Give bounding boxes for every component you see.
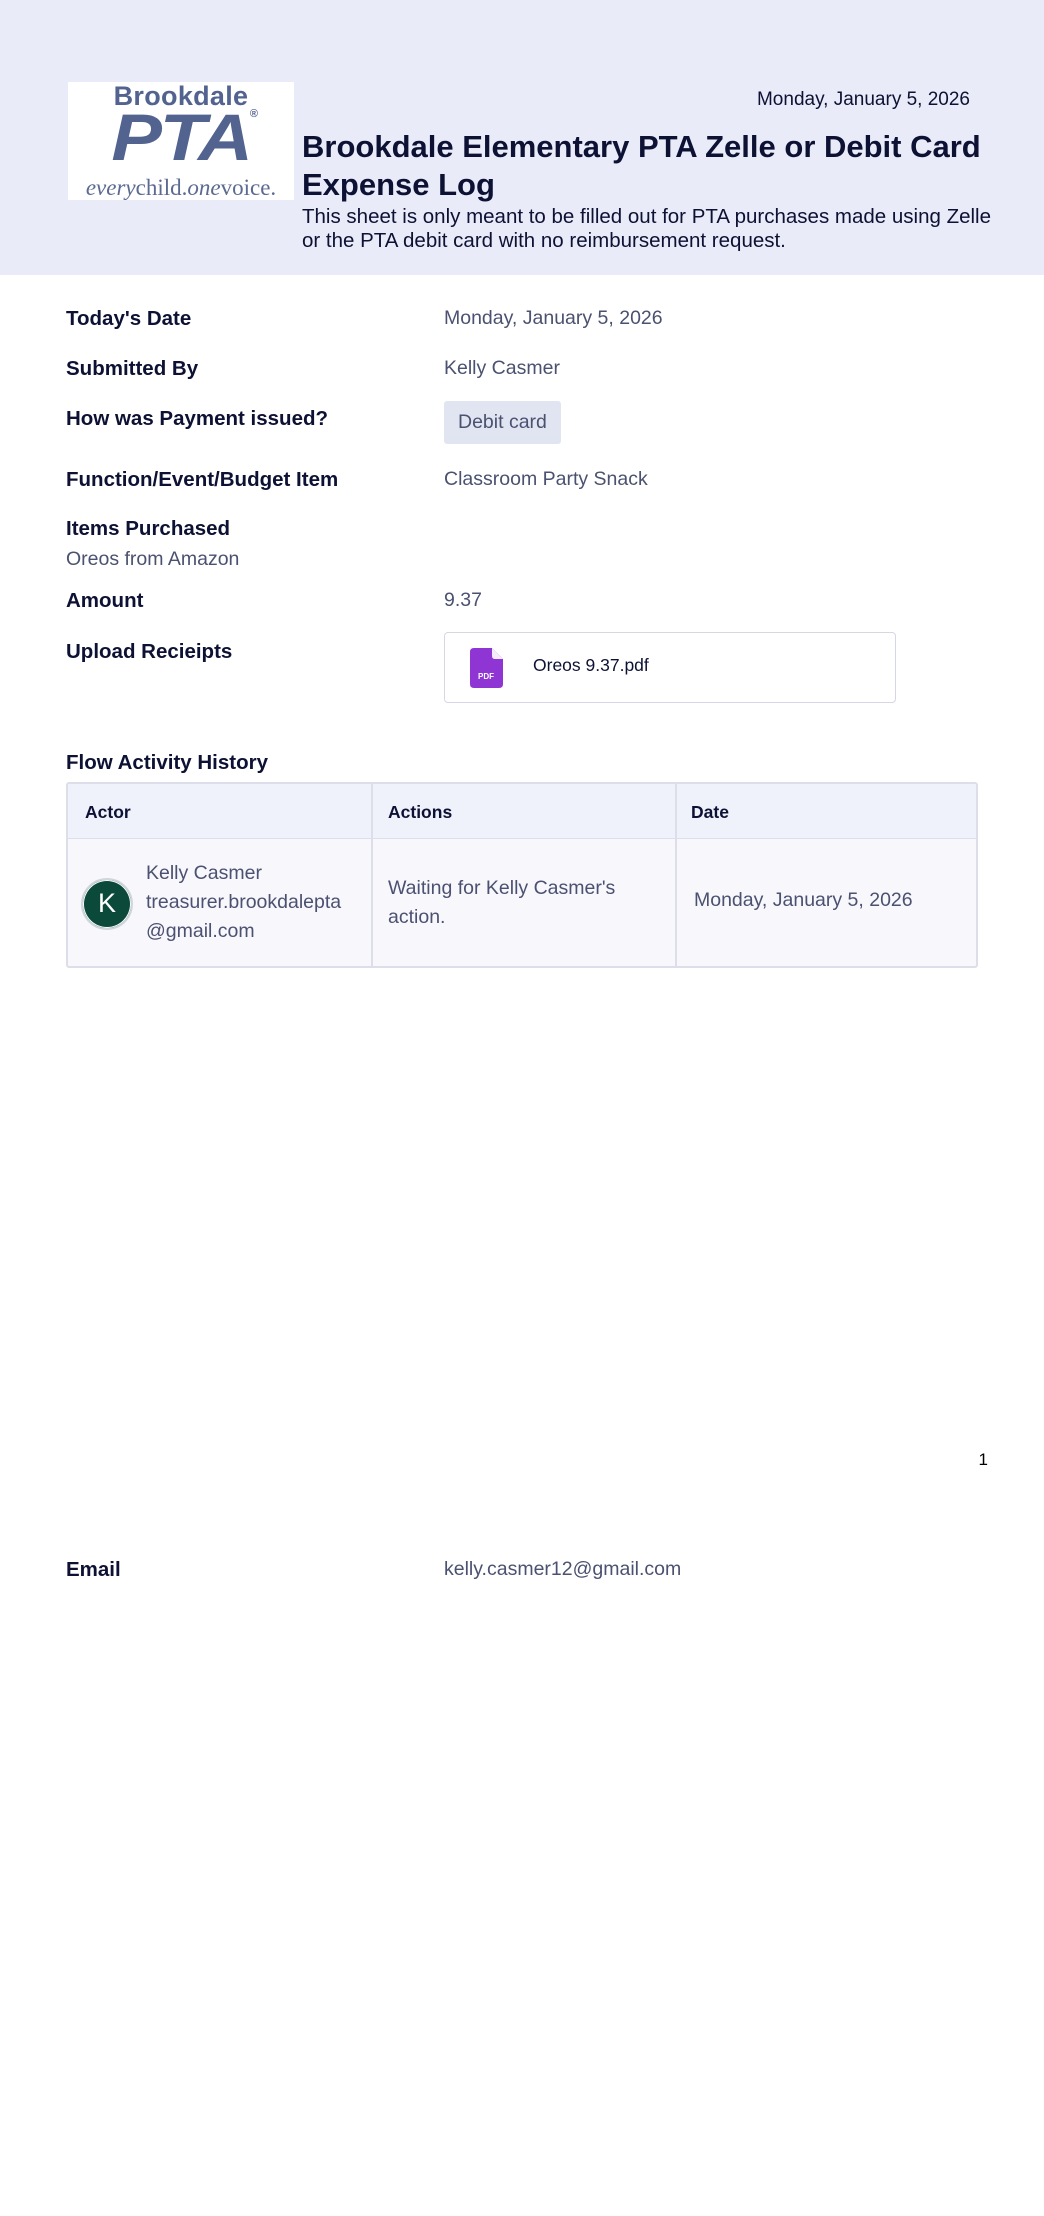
brookdale-pta-logo: Brookdale PTA ® everychild.onevoice. [68,81,294,200]
pdf-icon-text: PDF [478,672,494,681]
todays-date-label: Today's Date [66,307,192,330]
submitted-by-value: Kelly Casmer [444,357,560,379]
column-header-actions: Actions [388,802,453,822]
header-band: Brookdale PTA ® everychild.onevoice. Mon… [0,0,1044,275]
logo-tagline-child: child. [135,174,188,200]
email-label: Email [66,1558,121,1581]
submitted-by-label: Submitted By [66,357,199,380]
flow-activity-title: Flow Activity History [66,751,268,774]
document-title: Brookdale Elementary PTA Zelle or Debit … [302,129,981,202]
receipt-file-attachment[interactable]: PDF Oreos 9.37.pdf [444,632,896,703]
page: Brookdale PTA ® everychild.onevoice. Mon… [0,0,1044,2216]
actor-name: Kelly Casmer [146,862,262,884]
function-event-value: Classroom Party Snack [444,468,648,490]
payment-method-chip: Debit card [444,401,561,444]
payment-method-label: How was Payment issued? [66,407,329,430]
column-divider [371,784,373,966]
receipt-file-name[interactable]: Oreos 9.37.pdf [533,655,649,676]
table-header: Actor Actions Date [68,784,976,839]
logo-tagline-voice: voice. [220,174,277,200]
todays-date-value: Monday, January 5, 2026 [444,307,663,329]
avatar: K [81,878,133,930]
pdf-file-icon: PDF [470,648,503,688]
document-subtitle: This sheet is only meant to be filled ou… [302,205,992,252]
items-purchased-label: Items Purchased [66,517,231,540]
action-date: Monday, January 5, 2026 [694,889,913,911]
header-date: Monday, January 5, 2026 [756,89,970,110]
actor-email-line2: @gmail.com [146,920,255,942]
flow-activity-table: Actor Actions Date K Kelly Casmer treasu… [66,782,978,968]
actor-info: Kelly Casmer treasurer.brookdalepta @gma… [146,859,356,946]
logo-tagline-one: one [187,174,221,200]
email-value: kelly.casmer12@gmail.com [444,1558,682,1580]
action-text: Waiting for Kelly Casmer's action. [388,877,616,928]
items-purchased-value: Oreos from Amazon [66,548,240,570]
logo-registered-mark: ® [249,108,258,120]
actor-email-line1: treasurer.brookdalepta [146,891,342,913]
logo-tagline-every: every [85,174,136,200]
page-number: 1 [978,1450,988,1469]
amount-label: Amount [66,589,144,612]
function-event-label: Function/Event/Budget Item [66,468,339,491]
amount-value: 9.37 [444,589,482,611]
column-header-actor: Actor [85,802,131,822]
logo-pta-text: PTA [111,100,253,174]
column-divider [675,784,677,966]
column-header-date: Date [691,802,729,822]
upload-receipts-label: Upload Recieipts [66,640,233,663]
logo-tagline: everychild.onevoice. [68,175,294,200]
